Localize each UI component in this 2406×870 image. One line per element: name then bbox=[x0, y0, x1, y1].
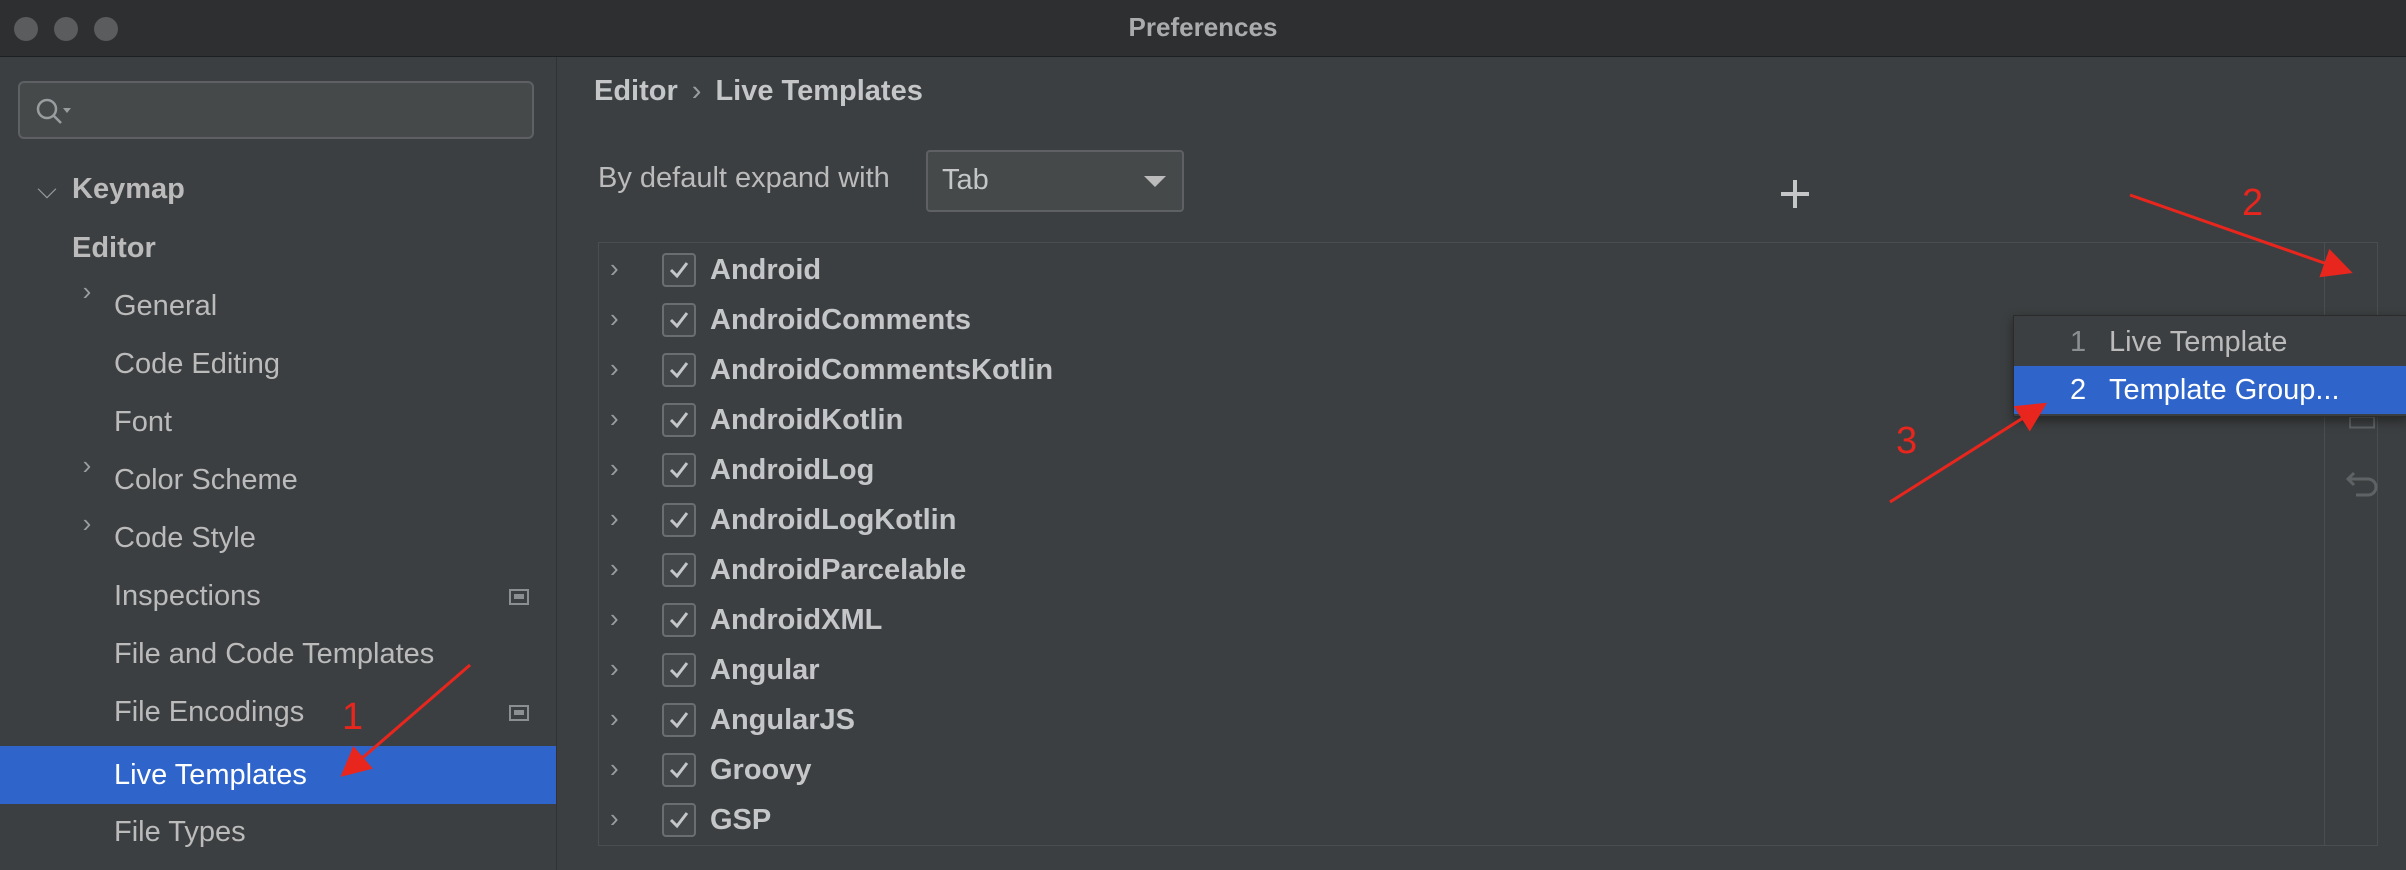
annotation-arrow-2 bbox=[2129, 193, 2353, 278]
annotation-number-2: 2 bbox=[2242, 182, 2264, 224]
annotation-number-1: 1 bbox=[342, 696, 364, 738]
annotation-arrows bbox=[340, 193, 2353, 777]
annotation-arrow-1 bbox=[340, 663, 471, 777]
annotation-number-3: 3 bbox=[1896, 420, 1918, 462]
